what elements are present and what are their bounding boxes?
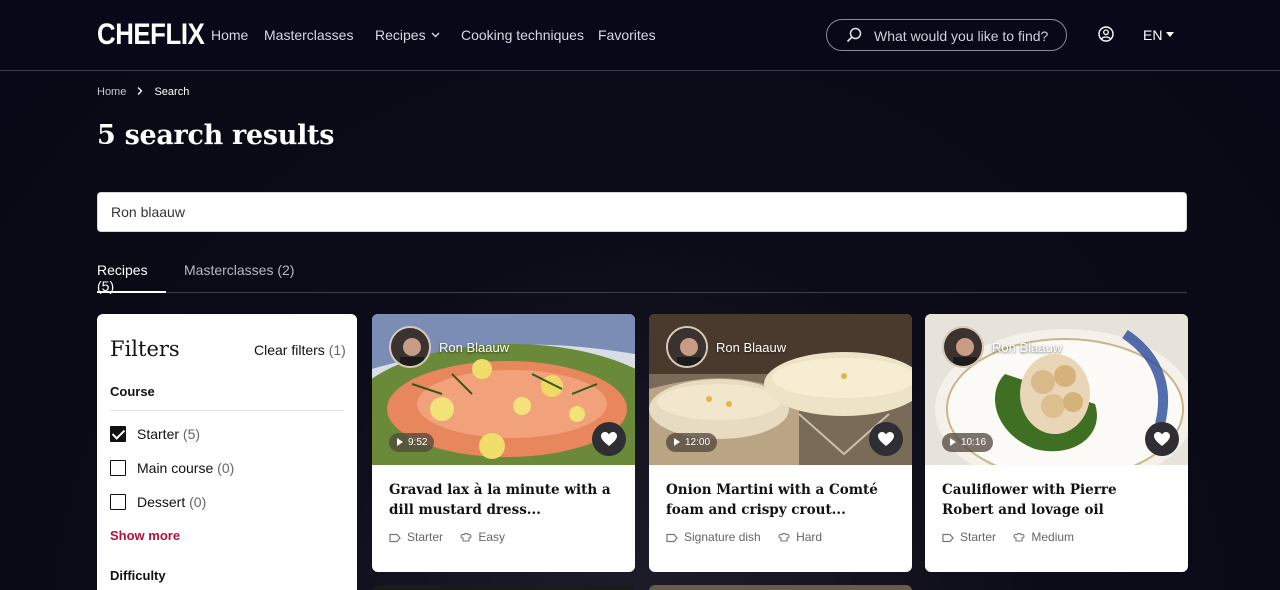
nav-link-masterclasses[interactable]: Masterclasses xyxy=(264,27,353,43)
recipe-difficulty: Easy xyxy=(478,530,506,544)
chef-name: Ron Blaauw xyxy=(716,340,787,355)
avatar xyxy=(389,326,431,368)
checkbox-checked[interactable] xyxy=(110,426,126,442)
filters-title: Filters xyxy=(110,337,180,361)
play-icon xyxy=(674,438,680,446)
chevron-down-icon xyxy=(431,32,440,38)
heart-icon xyxy=(878,432,894,446)
checkbox-unchecked[interactable] xyxy=(110,460,126,476)
caret-down-icon xyxy=(1166,32,1175,37)
result-tabs: Recipes (5) Masterclasses (2) xyxy=(97,262,1187,294)
recipe-thumbnail: Ron Blaauw 12:00 xyxy=(649,314,912,465)
recipe-meta: Starter Medium xyxy=(942,530,1088,544)
recipe-thumbnail: Ron Blaauw 10:16 xyxy=(925,314,1188,465)
recipe-meta: Starter Easy xyxy=(389,530,519,544)
filter-option-label: Main course xyxy=(137,460,214,476)
language-label: EN xyxy=(1143,27,1163,43)
filter-option-label: Starter xyxy=(137,426,180,442)
filter-option-dessert[interactable]: Dessert (0) xyxy=(110,494,206,510)
tab-masterclasses[interactable]: Masterclasses (2) xyxy=(184,262,294,278)
video-duration-badge: 9:52 xyxy=(389,433,435,452)
nav-dropdown-recipes[interactable]: Recipes xyxy=(375,27,440,43)
avatar xyxy=(666,326,708,368)
difficulty-heading: Difficulty xyxy=(110,568,166,583)
chef-hat-icon xyxy=(778,532,790,542)
heart-icon xyxy=(601,432,617,446)
recipe-title[interactable]: Gravad lax à la minute with a dill musta… xyxy=(389,480,619,520)
filter-option-starter[interactable]: Starter (5) xyxy=(110,426,200,442)
recipe-card[interactable]: Ron Blaauw 12:00 Onion Martini with a Co… xyxy=(649,314,912,572)
header-search-placeholder: What would you like to find? xyxy=(874,28,1049,44)
video-duration-badge: 12:00 xyxy=(666,433,718,452)
duration-text: 10:16 xyxy=(961,437,987,448)
filter-option-count: (5) xyxy=(182,426,201,442)
chevron-right-icon xyxy=(137,87,143,95)
recipe-title[interactable]: Onion Martini with a Comté foam and cris… xyxy=(666,480,896,520)
recipe-category: Starter xyxy=(407,530,444,544)
nav-link-home[interactable]: Home xyxy=(211,27,248,43)
favorite-button[interactable] xyxy=(869,422,903,456)
clear-filters-label: Clear filters xyxy=(254,342,325,358)
recipe-card[interactable]: Ron Blaauw 10:16 Cauliflower with Pierre… xyxy=(925,314,1188,572)
recipe-category: Starter xyxy=(960,530,997,544)
play-icon xyxy=(950,438,956,446)
clear-filters-count: (1) xyxy=(328,342,346,358)
nav-link-cooking-techniques[interactable]: Cooking techniques xyxy=(461,27,584,43)
avatar xyxy=(942,326,984,368)
tag-icon xyxy=(666,533,678,543)
breadcrumb-home[interactable]: Home xyxy=(97,86,126,98)
breadcrumb: Home Search xyxy=(97,86,189,98)
tag-icon xyxy=(389,533,401,543)
language-selector[interactable]: EN xyxy=(1143,27,1175,43)
top-navigation-bar: CHEFLIX Home Masterclasses Recipes Cooki… xyxy=(0,0,1280,71)
recipe-difficulty: Medium xyxy=(1031,530,1075,544)
chef-hat-icon xyxy=(1013,532,1025,542)
play-icon xyxy=(397,438,403,446)
course-heading: Course xyxy=(110,384,155,399)
checkbox-unchecked[interactable] xyxy=(110,494,126,510)
chef-name: Ron Blaauw xyxy=(439,340,510,355)
filters-panel: Filters Clear filters (1) Course Starter… xyxy=(97,314,357,590)
filter-option-label: Dessert xyxy=(137,494,186,510)
favorite-button[interactable] xyxy=(592,422,626,456)
tab-recipes[interactable]: Recipes (5) xyxy=(97,262,166,294)
search-icon xyxy=(846,27,862,43)
favorite-button[interactable] xyxy=(1145,422,1179,456)
show-more-link[interactable]: Show more xyxy=(110,528,180,543)
chef-name: Ron Blaauw xyxy=(992,340,1063,355)
recipe-card[interactable]: Ron Blaauw 9:52 Gravad lax à la minute w… xyxy=(372,314,635,572)
duration-text: 12:00 xyxy=(685,437,711,448)
nav-link-favorites[interactable]: Favorites xyxy=(598,27,656,43)
next-row-card-peek xyxy=(649,585,912,590)
recipe-category: Signature dish xyxy=(684,530,761,544)
video-duration-badge: 10:16 xyxy=(942,433,994,452)
tag-icon xyxy=(942,533,954,543)
filter-option-main-course[interactable]: Main course (0) xyxy=(110,460,234,476)
filter-option-count: (0) xyxy=(189,494,207,510)
clear-filters-button[interactable]: Clear filters (1) xyxy=(254,342,346,358)
filter-divider xyxy=(110,410,344,411)
header-search-field[interactable]: What would you like to find? xyxy=(826,19,1067,51)
recipe-title[interactable]: Cauliflower with Pierre Robert and lovag… xyxy=(942,480,1172,520)
recipe-difficulty: Hard xyxy=(796,530,823,544)
next-row-card-peek xyxy=(372,585,635,590)
cheflix-logo[interactable]: CHEFLIX xyxy=(97,18,205,52)
duration-text: 9:52 xyxy=(408,437,428,448)
page-title: 5 search results xyxy=(97,120,335,151)
breadcrumb-current: Search xyxy=(154,86,190,98)
search-input[interactable] xyxy=(111,204,1171,220)
recipe-thumbnail: Ron Blaauw 9:52 xyxy=(372,314,635,465)
user-account-icon[interactable] xyxy=(1098,26,1114,42)
chef-hat-icon xyxy=(460,532,472,542)
heart-icon xyxy=(1154,432,1170,446)
filter-option-count: (0) xyxy=(217,460,235,476)
recipe-meta: Signature dish Hard xyxy=(666,530,836,544)
nav-recipes-label: Recipes xyxy=(375,27,426,43)
search-field-container xyxy=(97,192,1187,232)
